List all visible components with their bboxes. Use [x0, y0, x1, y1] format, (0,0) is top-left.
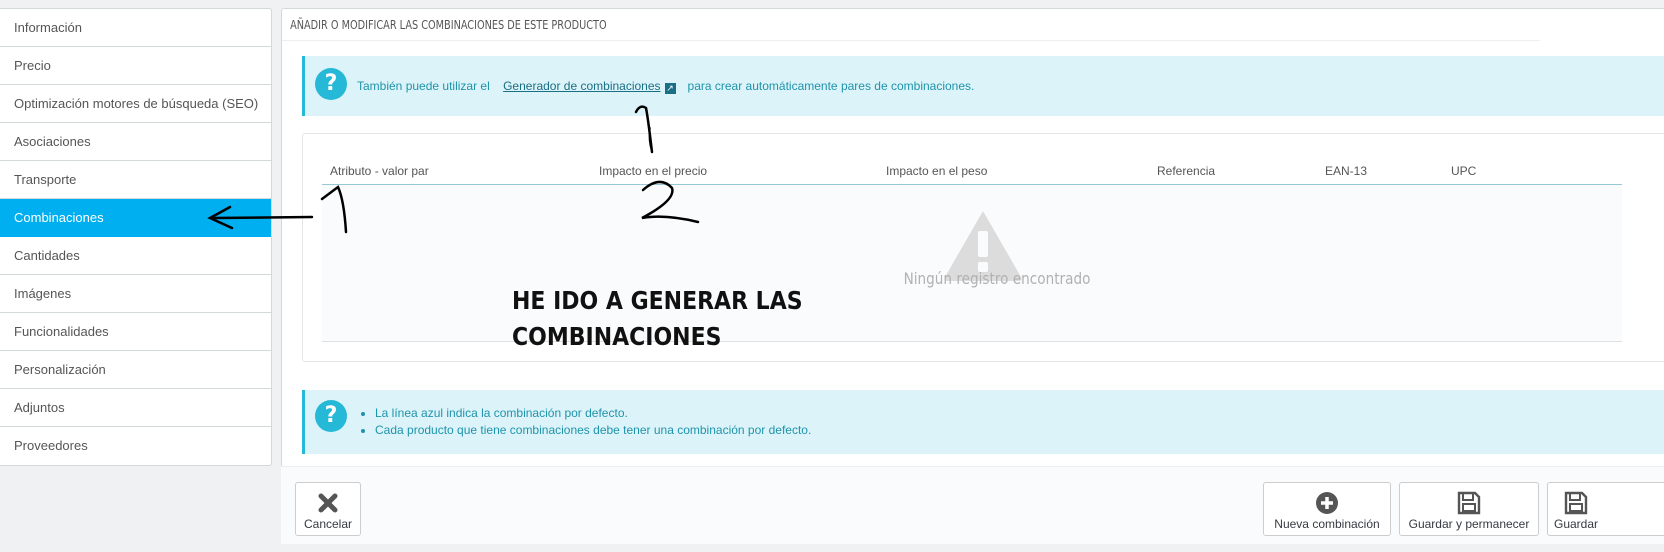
save-button[interactable]: Guardar [1547, 482, 1664, 536]
sidebar-item-funcionalidades[interactable]: Funcionalidades [0, 313, 271, 351]
generator-info-alert: ? También puede utilizar el Generador de… [302, 56, 1664, 116]
sidebar-item-asociaciones[interactable]: Asociaciones [0, 123, 271, 161]
sidebar-item-informacion[interactable]: Información [0, 9, 271, 47]
handwritten-note: HE IDO A GENERAR LAS COMBINACIONES [512, 283, 803, 355]
col-weight-impact: Impacto en el peso [886, 164, 988, 178]
panel-title: AÑADIR O MODIFICAR LAS COMBINACIONES DE … [282, 9, 1541, 41]
info-bullets: La línea azul indica la combinación por … [375, 405, 811, 439]
sidebar-item-combinaciones[interactable]: Combinaciones [0, 199, 271, 237]
new-combination-button[interactable]: Nueva combinación [1263, 482, 1391, 536]
save-label: Guardar [1554, 517, 1599, 531]
question-icon: ? [315, 68, 347, 100]
cancel-button[interactable]: Cancelar [295, 482, 361, 536]
note-line-2: COMBINACIONES [512, 322, 722, 351]
col-reference: Referencia [1157, 164, 1216, 178]
panel-footer: Cancelar Nueva combinación Guardar y per… [281, 466, 1664, 544]
floppy-disk-icon [1564, 491, 1588, 515]
col-upc: UPC [1451, 164, 1477, 178]
combination-generator-link[interactable]: Generador de combinaciones [503, 79, 660, 93]
sidebar-item-precio[interactable]: Precio [0, 47, 271, 85]
info-bullet: La línea azul indica la combinación por … [375, 405, 811, 422]
new-combination-label: Nueva combinación [1274, 517, 1380, 531]
combinations-panel: AÑADIR O MODIFICAR LAS COMBINACIONES DE … [281, 8, 1664, 544]
col-ean13: EAN-13 [1325, 164, 1368, 178]
generator-info-text: También puede utilizar el Generador de c… [357, 79, 974, 94]
close-icon [318, 493, 338, 513]
sidebar-item-imagenes[interactable]: Imágenes [0, 275, 271, 313]
floppy-disk-icon [1457, 491, 1481, 515]
sidebar-item-cantidades[interactable]: Cantidades [0, 237, 271, 275]
default-combination-info-alert: ? La línea azul indica la combinación po… [302, 390, 1664, 454]
empty-state-text: Ningún registro encontrado [903, 269, 1091, 288]
save-and-stay-button[interactable]: Guardar y permanecer [1399, 482, 1539, 536]
cancel-label: Cancelar [303, 517, 353, 531]
sidebar-item-personalizacion[interactable]: Personalización [0, 351, 271, 389]
save-and-stay-label: Guardar y permanecer [1408, 517, 1530, 531]
info-suffix: para crear automáticamente pares de comb… [687, 79, 975, 93]
product-tabs-sidebar: Información Precio Optimización motores … [0, 8, 272, 466]
combinations-table-panel: Atributo - valor par Impacto en el preci… [302, 133, 1664, 362]
info-bullet: Cada producto que tiene combinaciones de… [375, 422, 811, 439]
sidebar-item-proveedores[interactable]: Proveedores [0, 427, 271, 465]
plus-circle-icon [1316, 492, 1338, 514]
sidebar-item-seo[interactable]: Optimización motores de búsqueda (SEO) [0, 85, 271, 123]
info-prefix: También puede utilizar el [357, 79, 490, 93]
sidebar-item-transporte[interactable]: Transporte [0, 161, 271, 199]
col-attribute: Atributo - valor par [330, 164, 429, 178]
table-header: Atributo - valor par Impacto en el preci… [322, 157, 1622, 185]
col-price-impact: Impacto en el precio [599, 164, 708, 178]
external-link-icon[interactable]: ↗ [664, 83, 676, 94]
question-icon: ? [315, 400, 347, 432]
sidebar-item-adjuntos[interactable]: Adjuntos [0, 389, 271, 427]
note-line-1: HE IDO A GENERAR LAS [512, 286, 803, 315]
